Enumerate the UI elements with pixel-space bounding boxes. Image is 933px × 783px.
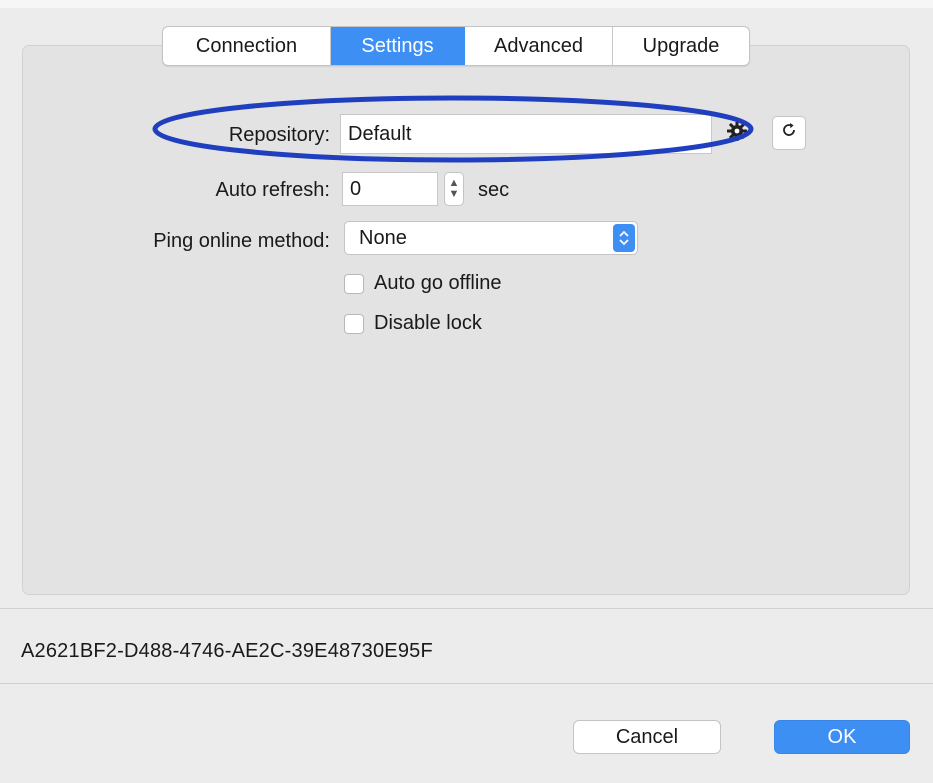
tab-connection[interactable]: Connection — [163, 27, 331, 65]
auto-go-offline-row[interactable]: Auto go offline — [344, 272, 502, 295]
cancel-button[interactable]: Cancel — [573, 720, 721, 754]
repository-refresh-button[interactable] — [772, 116, 806, 150]
repository-label: Repository: — [228, 124, 330, 146]
refresh-icon — [779, 120, 799, 146]
disable-lock-row[interactable]: Disable lock — [344, 312, 482, 335]
tab-upgrade[interactable]: Upgrade — [613, 27, 749, 65]
repository-field[interactable]: Default — [340, 114, 712, 154]
auto-go-offline-label: Auto go offline — [374, 272, 502, 294]
ok-button[interactable]: OK — [774, 720, 910, 754]
disable-lock-checkbox[interactable] — [344, 313, 364, 334]
tab-bar: Connection Settings Advanced Upgrade — [162, 26, 750, 66]
disable-lock-label: Disable lock — [374, 312, 482, 334]
tab-settings[interactable]: Settings — [331, 27, 465, 65]
ping-method-select[interactable]: None — [344, 221, 638, 255]
up-down-chevron-icon — [613, 224, 635, 252]
repository-settings-button[interactable] — [720, 117, 754, 151]
auto-refresh-label: Auto refresh: — [215, 179, 330, 201]
ping-method-value: None — [359, 226, 407, 249]
divider-top — [0, 608, 933, 609]
window-top-strip — [0, 0, 933, 8]
stepper-down-icon: ▼ — [448, 188, 460, 200]
auto-refresh-field[interactable]: 0 — [342, 172, 438, 206]
auto-refresh-unit: sec — [478, 179, 510, 201]
device-identifier: A2621BF2-D488-4746-AE2C-39E48730E95F — [21, 640, 433, 662]
auto-refresh-stepper[interactable]: ▲ ▼ — [444, 172, 464, 206]
preferences-window: Connection Settings Advanced Upgrade Rep… — [0, 0, 933, 783]
gear-icon — [725, 119, 749, 149]
tab-advanced[interactable]: Advanced — [465, 27, 613, 65]
ping-method-label: Ping online method: — [153, 230, 330, 252]
auto-go-offline-checkbox[interactable] — [344, 273, 364, 294]
divider-bottom — [0, 683, 933, 684]
